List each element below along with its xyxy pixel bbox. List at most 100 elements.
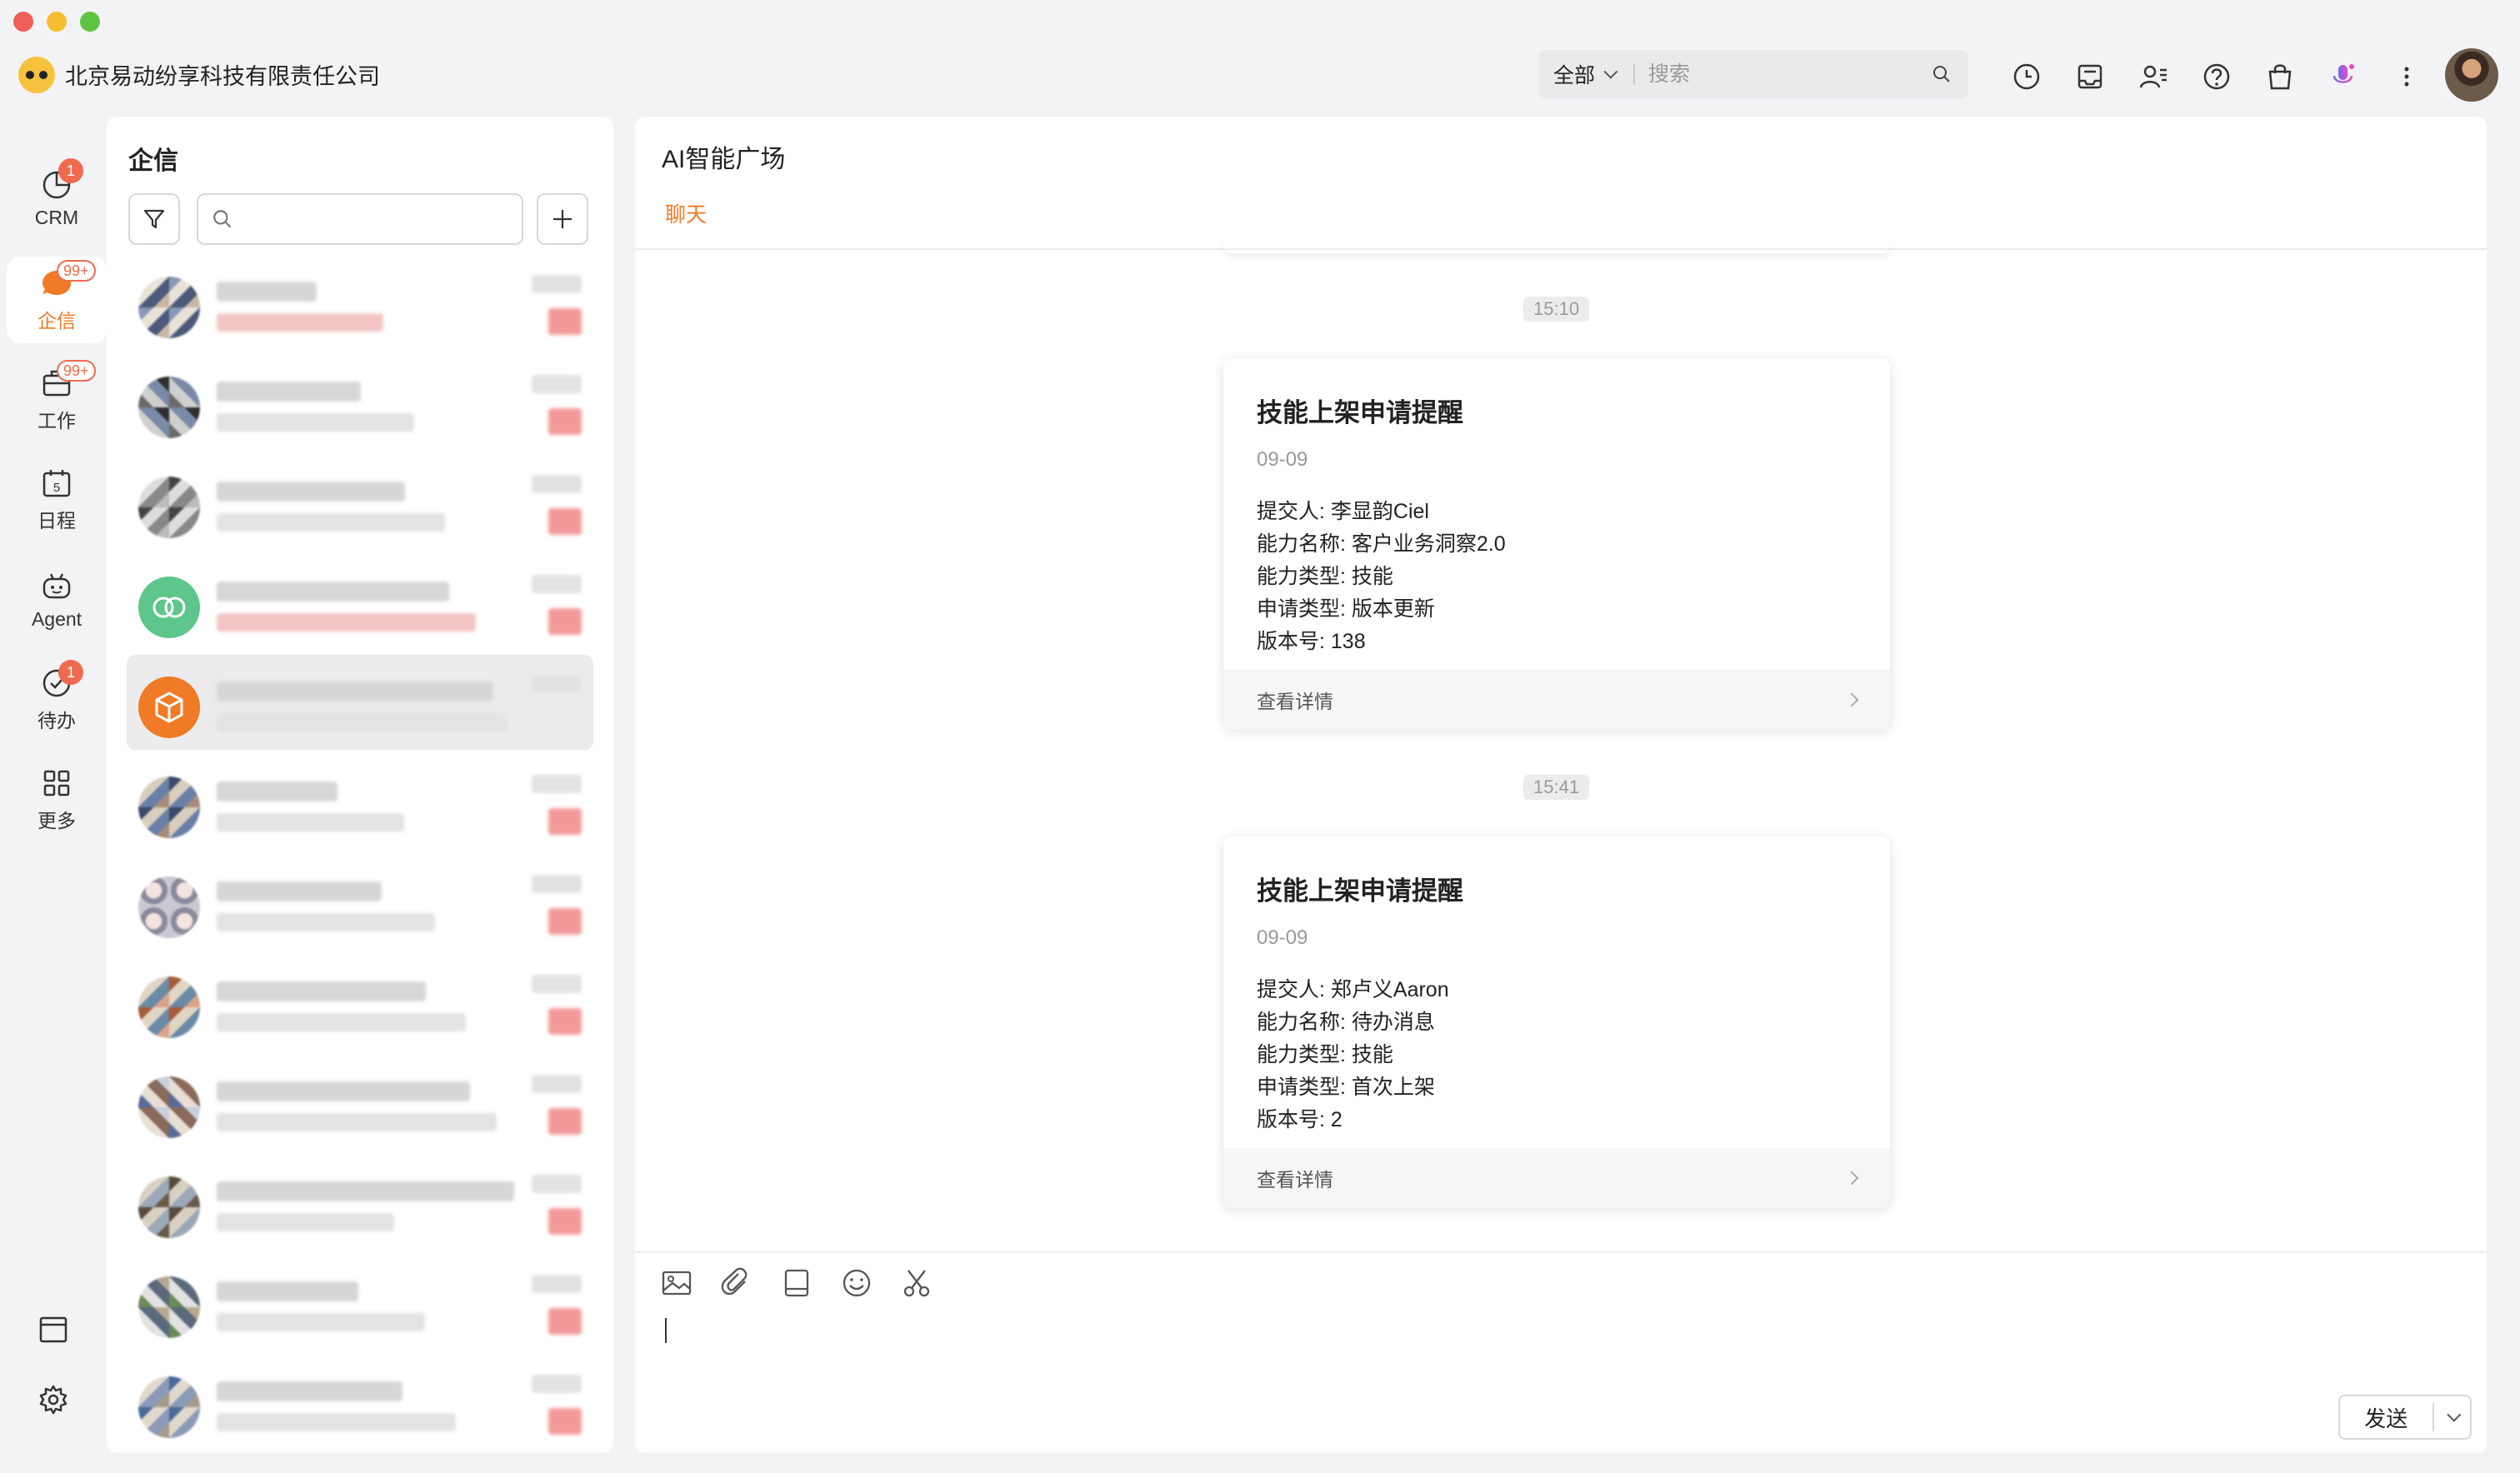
list-search-box <box>197 193 523 245</box>
view-details-label: 查看详情 <box>1257 691 1333 712</box>
conversation-time-obscured <box>532 375 582 393</box>
conversation-row[interactable] <box>127 455 593 550</box>
card-date: 09-09 <box>1257 926 1308 949</box>
add-conversation-button[interactable] <box>537 193 588 245</box>
voice-assistant-icon[interactable] <box>2328 62 2358 92</box>
list-search-input[interactable] <box>242 207 508 231</box>
filter-button[interactable] <box>128 193 180 245</box>
nav-item-todo[interactable]: 待办 1 <box>7 657 107 743</box>
app-logo-icon <box>18 57 55 93</box>
conversation-row[interactable] <box>127 955 593 1050</box>
conversation-row[interactable] <box>127 355 593 450</box>
minimize-window-button[interactable] <box>47 12 67 32</box>
nav-item-messages[interactable]: 企信 99+ <box>7 257 107 343</box>
conversation-row[interactable] <box>127 855 593 950</box>
unread-badge-obscured <box>548 1208 582 1235</box>
nav-item-calendar[interactable]: 5 日程 <box>7 457 107 543</box>
conversation-preview-obscured <box>217 1413 456 1431</box>
conversation-time-obscured <box>532 1175 582 1193</box>
conversation-name-obscured <box>217 1381 402 1401</box>
text-caret[interactable] <box>665 1318 667 1343</box>
conversation-preview-obscured <box>217 1313 425 1331</box>
chat-title: AI智能广场 <box>662 146 786 173</box>
settings-gear-icon[interactable] <box>37 1383 70 1416</box>
chat-panel: AI智能广场 聊天 15:10 技能上架申请提醒 09-09 提交人: 李显韵C… <box>635 117 2487 1453</box>
nav-item-work[interactable]: 工作 99+ <box>7 357 107 443</box>
conversation-name-obscured <box>217 382 361 402</box>
scissors-icon[interactable] <box>900 1266 933 1300</box>
help-icon[interactable] <box>2202 62 2232 92</box>
conversation-name-obscured <box>217 1181 514 1201</box>
conversation-avatar <box>138 776 200 838</box>
company-name: 北京易动纷享科技有限责任公司 <box>65 64 380 89</box>
conversation-preview-obscured <box>217 813 404 831</box>
view-details-link[interactable]: 查看详情 <box>1223 1148 1890 1208</box>
card-field-submitter: 提交人: 郑卢义Aaron <box>1257 978 1449 1001</box>
conversation-preview-obscured <box>217 413 414 432</box>
card-field-submitter: 提交人: 李显韵Ciel <box>1257 500 1429 523</box>
image-icon[interactable] <box>660 1266 693 1300</box>
conversation-row[interactable] <box>127 755 593 850</box>
conversation-time-obscured <box>532 1375 582 1393</box>
skill-review-card[interactable]: 技能上架申请提醒 09-09 提交人: 李显韵Ciel 能力名称: 客户业务洞察… <box>1223 358 1890 730</box>
conversation-avatar <box>138 1076 200 1138</box>
conversation-list-panel: 企信 <box>107 117 613 1453</box>
conversation-preview-obscured <box>217 313 383 332</box>
tab-chat[interactable]: 聊天 <box>665 198 707 228</box>
conversation-row[interactable] <box>127 1255 593 1350</box>
send-options-button[interactable] <box>2434 1407 2470 1422</box>
document-icon[interactable] <box>780 1266 813 1300</box>
conversation-time-obscured <box>532 1075 582 1093</box>
calendar-icon: 5 <box>42 470 71 497</box>
attachment-icon[interactable] <box>720 1266 753 1300</box>
card-field-ability-name: 能力名称: 待办消息 <box>1257 1011 1435 1034</box>
send-button-group: 发送 <box>2338 1395 2472 1440</box>
card-field-request-type: 申请类型: 版本更新 <box>1257 597 1435 621</box>
search-input[interactable] <box>1635 62 1932 87</box>
conversation-avatar <box>138 876 200 938</box>
unread-badge-obscured <box>548 808 582 835</box>
close-window-button[interactable] <box>13 12 33 32</box>
skill-review-card[interactable]: 技能上架申请提醒 09-09 提交人: 郑卢义Aaron 能力名称: 待办消息 … <box>1223 836 1890 1208</box>
conversation-preview-obscured <box>217 713 507 732</box>
notification-badge: 1 <box>58 660 83 685</box>
inbox-icon[interactable] <box>2075 62 2105 92</box>
send-button[interactable]: 发送 <box>2340 1402 2432 1433</box>
nav-item-more[interactable]: 更多 <box>7 756 107 843</box>
history-icon[interactable] <box>2012 62 2042 92</box>
conversation-name-obscured <box>217 1081 470 1101</box>
contacts-icon[interactable] <box>2138 62 2168 92</box>
card-field-version: 版本号: 2 <box>1257 1108 1342 1131</box>
nav-item-agent[interactable]: Agent <box>7 557 107 643</box>
search-icon[interactable] <box>1932 64 1952 84</box>
nav-label: Agent <box>31 607 82 630</box>
search-scope-dropdown[interactable]: 全部 <box>1538 59 1633 89</box>
conversation-row[interactable] <box>127 555 593 650</box>
view-details-link[interactable]: 查看详情 <box>1223 670 1890 730</box>
chevron-right-icon <box>1844 692 1859 707</box>
card-field-ability-type: 能力类型: 技能 <box>1257 565 1393 588</box>
nav-item-crm[interactable]: CRM 1 <box>7 155 107 242</box>
conversation-name-obscured <box>217 1281 358 1301</box>
chevron-right-icon <box>1844 1171 1859 1186</box>
conversation-avatar <box>138 1176 200 1238</box>
conversation-row[interactable] <box>127 1355 593 1450</box>
user-avatar[interactable] <box>2445 48 2498 102</box>
conversation-row[interactable] <box>127 255 593 350</box>
notification-badge: 99+ <box>57 260 96 282</box>
conversation-row[interactable] <box>127 655 593 750</box>
conversation-row[interactable] <box>127 1155 593 1250</box>
emoji-icon[interactable] <box>840 1266 873 1300</box>
unread-badge-obscured <box>548 1108 582 1135</box>
conversation-avatar <box>138 677 200 738</box>
conversation-preview-obscured <box>217 1013 466 1031</box>
conversation-row[interactable] <box>127 1055 593 1150</box>
view-details-label: 查看详情 <box>1257 1169 1333 1191</box>
more-icon[interactable] <box>2392 62 2422 92</box>
shopping-bag-icon[interactable] <box>2265 62 2295 92</box>
conversation-time-obscured <box>532 1275 582 1293</box>
window-icon[interactable] <box>37 1313 70 1346</box>
message-timestamp: 15:10 <box>1523 297 1590 322</box>
maximize-window-button[interactable] <box>80 12 100 32</box>
nav-label: 更多 <box>38 810 76 831</box>
